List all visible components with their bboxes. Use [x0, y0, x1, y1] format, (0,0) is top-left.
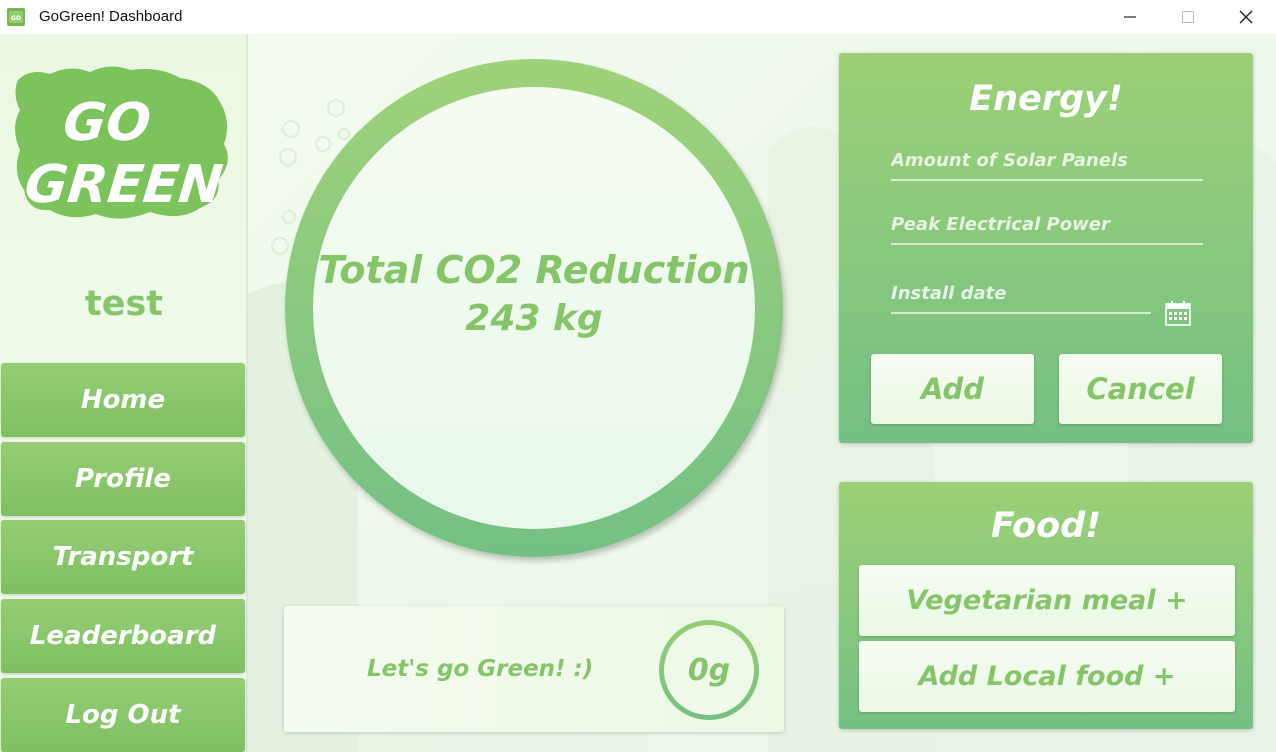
nav-home-button[interactable]: Home [1, 363, 245, 437]
close-icon [1239, 10, 1253, 24]
nav-profile-label: Profile [75, 464, 171, 494]
add-local-food-label: Add Local food + [918, 661, 1176, 692]
peak-power-input[interactable] [891, 205, 1203, 243]
nav-transport-button[interactable]: Transport [1, 520, 245, 594]
close-button[interactable] [1217, 0, 1275, 34]
maximize-button[interactable] [1159, 0, 1217, 34]
food-panel: Food! Vegetarian meal + Add Local food + [839, 482, 1253, 729]
energy-cancel-label: Cancel [1086, 372, 1195, 406]
points-badge-value: 0g [664, 625, 754, 715]
dashboard: GO GREEN test Home Profile Transport Lea… [0, 34, 1276, 752]
motivation-message: Let's go Green! :) [367, 656, 594, 682]
gogreen-logo: GO GREEN [15, 66, 228, 219]
solar-panels-input[interactable] [891, 141, 1203, 179]
sidebar: GO GREEN test Home Profile Transport Lea… [0, 34, 248, 752]
food-title: Food! [990, 506, 1102, 546]
svg-text:GO: GO [11, 15, 21, 22]
add-local-food-button[interactable]: Add Local food + [859, 641, 1235, 712]
co2-reduction-inner: Total CO2 Reduction 243 kg [313, 87, 755, 529]
vegetarian-meal-label: Vegetarian meal + [906, 585, 1188, 616]
nav-leaderboard-label: Leaderboard [29, 621, 217, 651]
points-badge: 0g [659, 620, 759, 720]
install-date-field-wrap [891, 274, 1151, 314]
co2-value: 243 kg [465, 297, 603, 339]
nav-transport-label: Transport [52, 542, 194, 572]
calendar-icon[interactable] [1165, 300, 1191, 326]
energy-panel: Energy! Add Cancel [839, 53, 1253, 443]
window-title: GoGreen! Dashboard [39, 8, 183, 25]
solar-panels-field-wrap [891, 141, 1203, 181]
nav-logout-button[interactable]: Log Out [1, 678, 245, 752]
energy-add-label: Add [920, 372, 985, 406]
nav-profile-button[interactable]: Profile [1, 442, 245, 516]
title-bar: GO GoGreen! Dashboard [0, 0, 1276, 34]
co2-title: Total CO2 Reduction [318, 247, 750, 292]
maximize-icon [1182, 11, 1194, 23]
username: test [84, 284, 164, 324]
vegetarian-meal-button[interactable]: Vegetarian meal + [859, 565, 1235, 636]
svg-text:GREEN: GREEN [22, 155, 226, 215]
peak-power-field-wrap [891, 205, 1203, 245]
energy-title: Energy! [969, 79, 1123, 119]
nav-leaderboard-button[interactable]: Leaderboard [1, 599, 245, 673]
svg-text:GO: GO [60, 93, 153, 153]
nav-home-label: Home [80, 385, 166, 415]
energy-cancel-button[interactable]: Cancel [1059, 354, 1222, 424]
minimize-button[interactable] [1101, 0, 1159, 34]
message-box: Let's go Green! :) 0g [284, 606, 784, 732]
install-date-input[interactable] [891, 274, 1151, 312]
nav-logout-label: Log Out [65, 700, 181, 730]
co2-reduction-circle: Total CO2 Reduction 243 kg [285, 59, 783, 557]
energy-add-button[interactable]: Add [871, 354, 1034, 424]
minimize-icon [1124, 16, 1136, 18]
app-logo-icon: GO [7, 8, 25, 26]
